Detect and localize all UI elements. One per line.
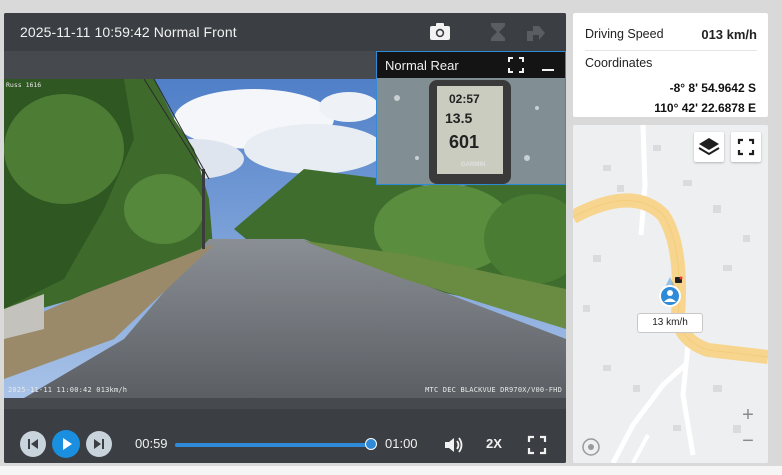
divider — [585, 50, 757, 51]
minimize-icon[interactable] — [539, 56, 557, 74]
share-icon — [524, 21, 548, 43]
page-footer-strip — [0, 466, 782, 475]
zoom-out-button[interactable]: − — [735, 428, 761, 454]
coordinates-label: Coordinates — [585, 56, 653, 70]
latitude-value: -8° 8' 54.9642 S — [669, 81, 756, 95]
progress-fill — [175, 443, 371, 447]
previous-button[interactable] — [20, 431, 46, 457]
rear-camera-pip[interactable]: Normal Rear 02:57 13.5 601 GARMIN — [376, 51, 566, 185]
video-player: 2025-11-11 10:59:42 Normal Front Russ 16… — [4, 13, 566, 463]
play-button[interactable] — [52, 430, 80, 458]
playback-speed[interactable]: 2X — [486, 436, 502, 451]
rear-header: Normal Rear — [377, 52, 565, 78]
expand-icon[interactable] — [507, 56, 525, 74]
speed-value: 013 km/h — [701, 27, 757, 42]
hourglass-icon — [486, 21, 510, 43]
gps-speed: 13.5 — [445, 110, 473, 126]
overlay-timestamp: 2025-11-11 11:00:42 013km/h — [8, 386, 128, 394]
player-header: 2025-11-11 10:59:42 Normal Front — [4, 13, 566, 51]
overlay-device: MTC DEC BLACKVUE DR970X/V00-FHD — [425, 386, 562, 394]
total-time: 01:00 — [385, 436, 418, 451]
rear-camera-frame: 02:57 13.5 601 GARMIN — [377, 78, 565, 184]
progress-handle[interactable] — [365, 438, 377, 450]
gps-distance: 601 — [449, 132, 480, 152]
video-area[interactable]: Russ 1616 2025-11-11 11:00:42 013km/h MT… — [4, 51, 566, 409]
next-button[interactable] — [86, 431, 112, 457]
trip-info-card: Driving Speed 013 km/h Coordinates -8° 8… — [573, 13, 768, 117]
longitude-value: 110° 42' 22.6878 E — [654, 101, 756, 115]
gps-time: 02:57 — [449, 92, 480, 106]
current-time: 00:59 — [135, 436, 168, 451]
overlay-camera-id: Russ 1616 — [6, 81, 42, 89]
speed-label: Driving Speed — [585, 27, 664, 41]
speed-row: Driving Speed 013 km/h — [585, 27, 757, 42]
layers-icon[interactable] — [694, 132, 724, 162]
volume-icon[interactable] — [442, 434, 464, 456]
rear-title: Normal Rear — [385, 58, 459, 73]
map-panel[interactable]: 13 km/h + − — [573, 125, 768, 463]
video-title: 2025-11-11 10:59:42 Normal Front — [20, 24, 237, 40]
vehicle-marker[interactable] — [653, 275, 687, 309]
map-fullscreen-icon[interactable] — [731, 132, 761, 162]
map-speed-tag: 13 km/h — [637, 313, 703, 333]
gps-brand: GARMIN — [461, 162, 486, 168]
map-logo-icon — [581, 437, 601, 457]
zoom-in-button[interactable]: + — [735, 402, 761, 428]
fullscreen-icon[interactable] — [526, 434, 548, 456]
playback-controls: 00:59 01:00 2X — [4, 425, 566, 463]
camera-icon[interactable] — [428, 21, 452, 43]
